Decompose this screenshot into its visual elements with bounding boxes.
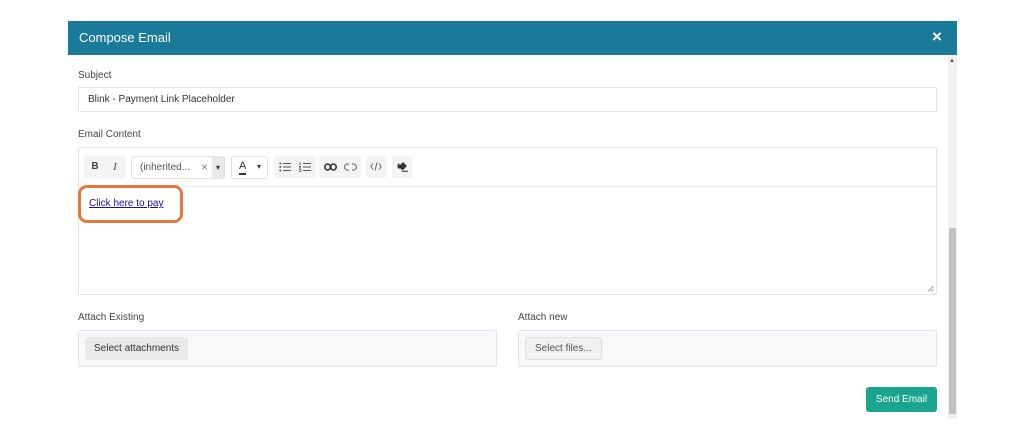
clear-format-icon (397, 162, 408, 172)
scrollbar-thumb[interactable] (949, 228, 956, 414)
list-group (274, 156, 316, 178)
subject-label: Subject (78, 70, 112, 81)
subject-input[interactable]: Blink - Payment Link Placeholder (78, 87, 937, 112)
font-clear-icon[interactable]: × (201, 160, 208, 174)
link-group (319, 156, 361, 178)
email-content-label: Email Content (78, 129, 141, 140)
scrollbar[interactable]: ▲ (948, 55, 957, 419)
link-button[interactable] (320, 156, 340, 178)
scroll-up-icon[interactable]: ▲ (949, 57, 955, 65)
font-family-value: (inherited... (140, 162, 191, 173)
italic-button[interactable]: I (105, 156, 125, 178)
rich-text-editor: B I (inherited... × ▾ A ▾ Click here to … (78, 147, 937, 295)
chevron-down-icon: ▾ (257, 162, 262, 171)
bullet-list-icon (279, 162, 291, 172)
select-files-button[interactable]: Select files... (525, 337, 602, 360)
numbered-list-icon (298, 162, 311, 172)
close-button[interactable]: × (929, 27, 945, 47)
format-group: B I (84, 156, 126, 178)
text-color-icon: A (239, 160, 247, 175)
dialog-title: Compose Email (79, 30, 171, 45)
attach-existing-label: Attach Existing (78, 312, 145, 323)
pay-link[interactable]: Click here to pay (89, 198, 163, 209)
compose-email-dialog: Compose Email × Subject Blink - Payment … (68, 21, 957, 419)
resize-handle-icon[interactable] (927, 285, 934, 292)
attach-new-box: Select files... (518, 330, 937, 367)
unlink-icon (343, 163, 357, 171)
clear-format-group (392, 156, 413, 178)
attach-new-label: Attach new (518, 312, 568, 323)
code-view-icon (370, 162, 382, 171)
dialog-header: Compose Email × (68, 21, 957, 55)
chevron-down-icon[interactable]: ▾ (212, 157, 224, 178)
link-icon (323, 163, 337, 171)
select-attachments-button[interactable]: Select attachments (85, 337, 189, 360)
code-view-button[interactable] (366, 156, 386, 178)
text-color-button[interactable]: A ▾ (231, 156, 268, 179)
bold-button[interactable]: B (85, 156, 105, 178)
bullet-list-button[interactable] (275, 156, 295, 178)
numbered-list-button[interactable] (295, 156, 315, 178)
unlink-button[interactable] (340, 156, 360, 178)
clear-format-button[interactable] (392, 156, 412, 178)
attach-existing-box: Select attachments (78, 330, 497, 367)
editor-toolbar: B I (inherited... × ▾ A ▾ (79, 148, 936, 187)
send-email-button[interactable]: Send Email (866, 387, 937, 412)
email-content-area[interactable]: Click here to pay (78, 185, 936, 294)
code-group (366, 156, 387, 178)
font-family-select[interactable]: (inherited... × ▾ (131, 156, 225, 179)
